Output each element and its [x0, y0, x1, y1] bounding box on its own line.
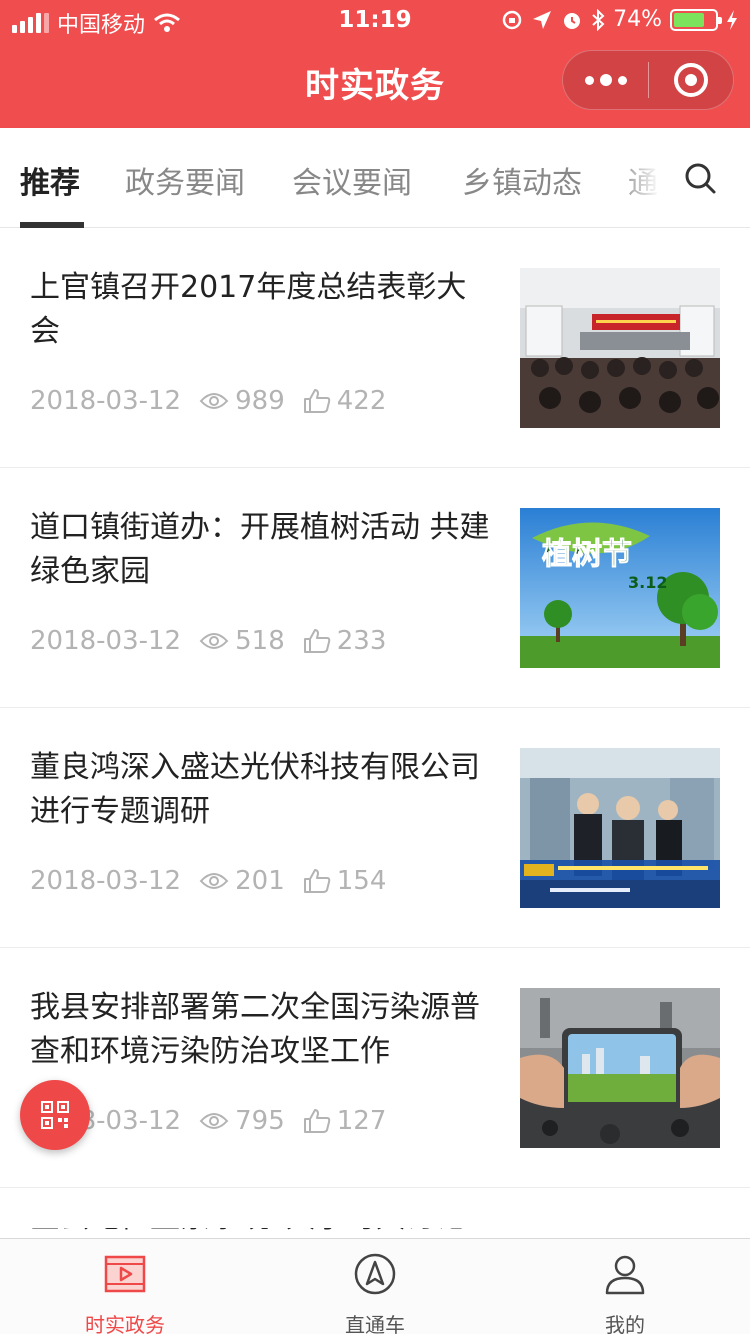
thumbs-up-icon — [303, 629, 330, 653]
news-meta: 2018-03-12 201 154 — [30, 866, 404, 896]
tabbar-item-news[interactable]: 时实政务 — [0, 1239, 250, 1337]
views-count: 989 — [235, 386, 285, 416]
news-thumbnail-pollution[interactable] — [520, 988, 720, 1148]
battery-percent: 74% — [613, 7, 662, 32]
thumbs-up-icon — [303, 389, 330, 413]
views-count: 795 — [235, 1106, 285, 1136]
likes-metric: 127 — [303, 1106, 387, 1136]
eye-icon — [199, 393, 229, 409]
news-item[interactable]: 上官镇召开2017年度总结表彰大会 2018-03-12 989 422 — [0, 228, 750, 468]
thumbs-up-icon — [303, 869, 330, 893]
views-count: 518 — [235, 626, 285, 656]
tab-fade-mask — [618, 128, 678, 226]
tab-recommend[interactable]: 推荐 — [20, 158, 80, 202]
video-icon — [104, 1255, 146, 1293]
news-date: 2018-03-12 — [30, 626, 182, 656]
views-metric: 989 — [199, 386, 285, 416]
status-bar: 中国移动 11:19 74% — [0, 0, 750, 40]
battery-icon — [670, 8, 722, 31]
target-close-icon[interactable] — [649, 50, 733, 110]
news-title[interactable]: 董良鸿深入盛达光伏科技有限公司进行专题调研 — [30, 746, 492, 834]
bluetooth-icon — [592, 8, 605, 31]
news-item[interactable]: 董良鸿深入盛达光伏科技有限公司进行专题调研 2018-03-12 201 154 — [0, 708, 750, 948]
tabbar-item-profile[interactable]: 我的 — [500, 1239, 750, 1337]
eye-icon — [199, 633, 229, 649]
views-metric: 518 — [199, 626, 285, 656]
likes-count: 233 — [336, 626, 387, 656]
charging-icon — [727, 9, 737, 30]
views-metric: 201 — [199, 866, 285, 896]
bottom-tab-bar: 时实政务 直通车 我的 — [0, 1238, 750, 1337]
news-meta: 2018-03-12 518 233 — [30, 626, 404, 656]
news-title[interactable]: 道口镇街道办：开展植树活动 共建绿色家园 — [30, 506, 492, 594]
thumbs-up-icon — [303, 1109, 330, 1133]
qr-code-icon — [41, 1101, 69, 1129]
news-item[interactable]: 我县安排部署第二次全国污染源普查和环境污染防治攻坚工作 2018-03-12 7… — [0, 948, 750, 1188]
alarm-icon — [564, 12, 581, 29]
news-title[interactable]: 我县安排部署第二次全国污染源普查和环境污染防治攻坚工作 — [30, 986, 492, 1074]
news-thumbnail-factory-visit[interactable] — [520, 748, 720, 908]
tab-meeting-news[interactable]: 会议要闻 — [292, 158, 412, 202]
news-date: 2018-03-12 — [30, 866, 182, 896]
tabbar-item-express[interactable]: 直通车 — [250, 1239, 500, 1337]
news-thumbnail-arbor-day[interactable]: 植树节 3.12 — [520, 508, 720, 668]
likes-metric: 154 — [303, 866, 387, 896]
top-bar: 中国移动 11:19 74% 时实政务 — [0, 0, 750, 128]
mini-program-capsule — [562, 50, 734, 110]
thumb-caption-date: 3.12 — [628, 573, 667, 592]
news-item[interactable]: 道口镇街道办：开展植树活动 共建绿色家园 2018-03-12 518 233 — [0, 468, 750, 708]
rotation-lock-icon — [502, 10, 522, 29]
tab-township-news[interactable]: 乡镇动态 — [462, 158, 582, 202]
category-tabs: 推荐 政务要闻 会议要闻 乡镇动态 通 — [0, 128, 750, 228]
search-icon[interactable] — [682, 160, 718, 196]
likes-count: 154 — [336, 866, 387, 896]
location-icon — [533, 10, 552, 29]
qr-code-button[interactable] — [20, 1080, 90, 1150]
likes-count: 422 — [336, 386, 387, 416]
eye-icon — [199, 1113, 229, 1129]
news-meta: 2018-03-12 989 422 — [30, 386, 404, 416]
eye-icon — [199, 873, 229, 889]
news-thumbnail-meeting-hall[interactable] — [520, 268, 720, 428]
views-count: 201 — [235, 866, 285, 896]
tab-government-news[interactable]: 政务要闻 — [125, 158, 245, 202]
news-title[interactable]: 上官镇召开2017年度总结表彰大会 — [30, 266, 492, 354]
views-metric: 795 — [199, 1106, 285, 1136]
thumb-caption: 植树节 — [542, 537, 632, 572]
likes-metric: 233 — [303, 626, 387, 656]
navigation-icon — [354, 1253, 396, 1295]
likes-metric: 422 — [303, 386, 387, 416]
user-icon — [605, 1255, 645, 1295]
likes-count: 127 — [336, 1106, 387, 1136]
news-date: 2018-03-12 — [30, 386, 182, 416]
more-dots-icon[interactable] — [563, 50, 648, 110]
